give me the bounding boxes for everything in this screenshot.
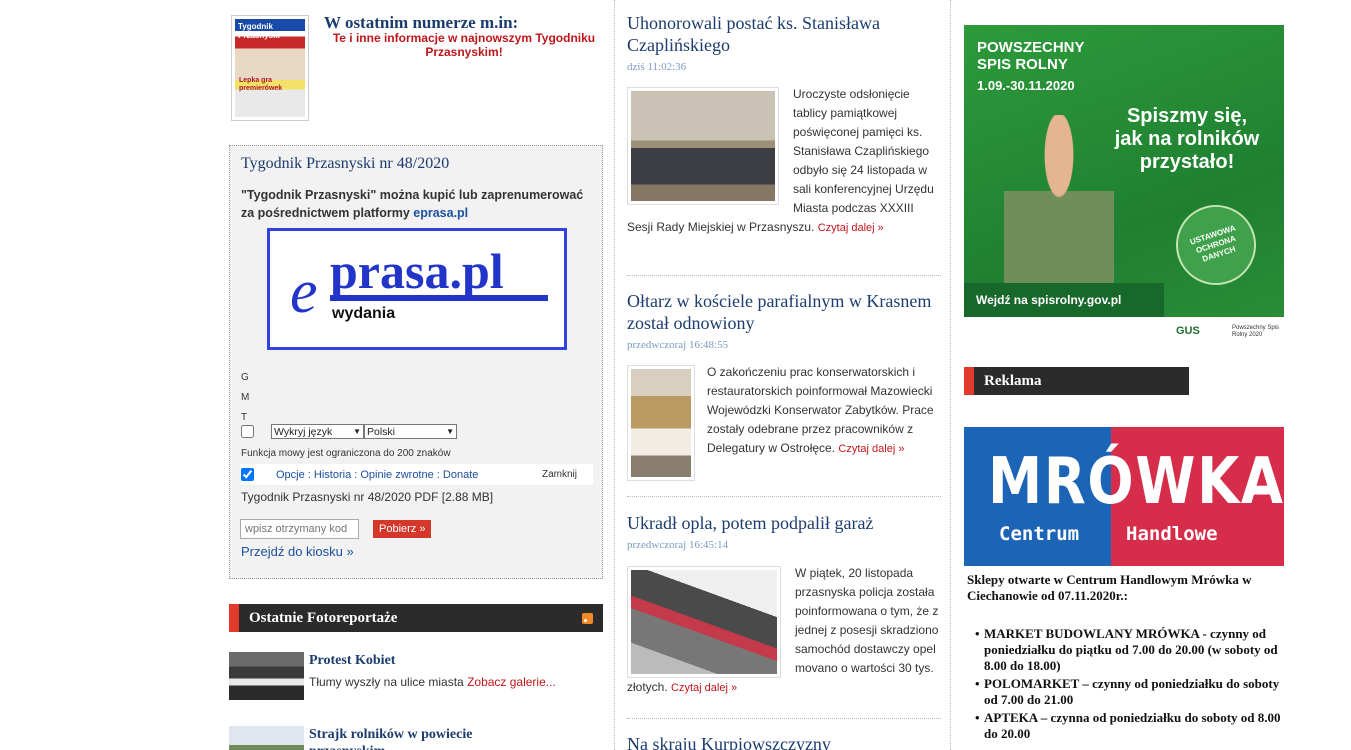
article-text: W piątek, 20 listopada przasnyska policj…: [627, 564, 941, 698]
spis-title-line1: POWSZECHNY: [977, 39, 1085, 56]
news-column: Uhonorowali postać ks. Stanisława Czapli…: [614, 0, 951, 750]
shops-intro: Sklepy otwarte w Centrum Handlowym Mrówk…: [967, 572, 1252, 603]
target-language-value: Polski: [367, 425, 396, 438]
magazine-cover-headline: Lepka gra premierówek: [239, 77, 283, 92]
list-item: MARKET BUDOWLANY MRÓWKA - czynny od poni…: [967, 626, 1287, 674]
article-text-body: O zakończeniu prac konserwatorskich i re…: [707, 365, 934, 455]
close-link[interactable]: Zamknij: [542, 469, 577, 480]
read-more-link[interactable]: Czytaj dalej »: [838, 443, 904, 455]
eprasa-logo-e: e: [290, 258, 318, 326]
left-column: Tygodnik Przasnyski Lepka gra premierówe…: [229, 0, 603, 750]
mrowka-banner[interactable]: MRÓWKA Centrum Handlowe: [964, 427, 1284, 566]
pdf-label: Tygodnik Przasnyski nr 48/2020 PDF [2.88…: [241, 490, 494, 504]
photoreport-thumbnail[interactable]: [229, 652, 304, 700]
reklama-header: Reklama: [964, 367, 1189, 395]
spis-url: Wejdź na spisrolny.gov.pl: [976, 293, 1121, 307]
eprasa-logo-text: prasa.pl: [330, 243, 504, 299]
ads-column: POWSZECHNY SPIS ROLNY 1.09.-30.11.2020 Sp…: [964, 0, 1294, 750]
eprasa-link[interactable]: eprasa.pl: [413, 206, 468, 220]
news-article: Na skraju Kurpiowszczyzny: [627, 733, 941, 750]
code-input[interactable]: [240, 519, 359, 539]
article-separator: [627, 275, 941, 276]
source-language-value: Wykryj język: [274, 425, 333, 438]
photoreport-title[interactable]: Protest Kobiet: [309, 652, 509, 669]
photoreports-header-label: Ostatnie Fotoreportaże: [249, 610, 398, 626]
read-more-link[interactable]: Czytaj dalej »: [671, 682, 737, 694]
photoreport-description-text: Tłumy wyszły na ulice miasta: [309, 675, 464, 689]
gus-subtitle: Powszechny Spis Rolny 2020: [1232, 325, 1280, 338]
article-title[interactable]: Ukradł opla, potem podpalił garaż: [627, 512, 941, 534]
spis-slogan: Spiszmy się, jak na rolników przystało!: [1114, 105, 1260, 173]
spis-title-line2: SPIS ROLNY: [977, 56, 1068, 73]
read-more-link[interactable]: Czytaj dalej »: [818, 222, 884, 234]
mrowka-subtitle-right: Handlowe: [1126, 523, 1218, 545]
chevron-down-icon: ▼: [446, 427, 454, 436]
kiosk-link[interactable]: Przejdź do kiosku »: [241, 544, 354, 559]
photoreport-title[interactable]: Strajk rolników w powiecie przasnyskim: [309, 726, 509, 750]
source-language-select[interactable]: Wykryj język ▼: [271, 424, 364, 439]
photoreport-more-link[interactable]: Zobacz galerie...: [467, 675, 556, 689]
list-item: APTEKA – czynna od poniedziałku do sobot…: [967, 710, 1287, 742]
tygodnik-description: "Tygodnik Przasnyski" można kupić lub za…: [241, 186, 597, 222]
news-article: Uhonorowali postać ks. Stanisława Czapli…: [627, 12, 941, 73]
translator-row: Wykryj język ▼ Polski ▼: [241, 424, 457, 439]
download-button[interactable]: Pobierz »: [373, 520, 432, 538]
reklama-header-label: Reklama: [984, 373, 1042, 389]
options-checkbox[interactable]: [241, 468, 254, 481]
eprasa-logo-underline: [330, 295, 548, 301]
magazine-cover-title: Tygodnik Przasnyski: [238, 22, 280, 40]
text-float-spacer: [627, 564, 795, 678]
article-date: dziś 11:02:36: [627, 61, 687, 73]
article-text: Uroczyste odsłonięcie tablicy pamiątkowe…: [627, 85, 941, 238]
article-separator: [627, 718, 941, 719]
text-float-spacer: [627, 85, 793, 203]
gus-logo: GUS: [1176, 325, 1200, 337]
chevron-down-icon: ▼: [353, 427, 361, 436]
photoreports-header: Ostatnie Fotoreportaże: [229, 604, 603, 632]
magazine-cover-image: Tygodnik Przasnyski Lepka gra premierówe…: [235, 19, 305, 117]
shops-list: MARKET BUDOWLANY MRÓWKA - czynny od poni…: [967, 626, 1287, 742]
spis-rolny-banner[interactable]: POWSZECHNY SPIS ROLNY 1.09.-30.11.2020 Sp…: [964, 25, 1284, 345]
mrowka-subtitle-left: Centrum: [999, 523, 1080, 545]
news-article: Ukradł opla, potem podpalił garaż przedw…: [627, 512, 941, 551]
magazine-cover[interactable]: Tygodnik Przasnyski Lepka gra premierówe…: [231, 15, 309, 121]
data-protection-stamp: USTAWOWA OCHRONA DANYCH: [1165, 194, 1267, 296]
translator-options: Opcje : Historia : Opinie zwrotne : Dona…: [240, 464, 593, 485]
article-title[interactable]: Ołtarz w kościele parafialnym w Krasnem …: [627, 290, 941, 334]
shops-info: Sklepy otwarte w Centrum Handlowym Mrówk…: [967, 572, 1287, 744]
magazine-heading: W ostatnim numerze m.in:: [324, 13, 519, 32]
news-article: Ołtarz w kościele parafialnym w Krasnem …: [627, 290, 941, 351]
spis-dates: 1.09.-30.11.2020: [977, 78, 1075, 93]
spis-url-text: spisrolny.gov.pl: [1031, 293, 1122, 307]
article-title[interactable]: Uhonorowali postać ks. Stanisława Czapli…: [627, 12, 941, 56]
magazine-subheading[interactable]: Te i inne informacje w najnowszym Tygodn…: [329, 31, 599, 59]
list-item: POLOMARKET – czynny od poniedziałku do s…: [967, 676, 1287, 708]
photoreport-thumbnail[interactable]: [229, 726, 304, 750]
rss-icon[interactable]: [582, 613, 593, 624]
text-float-spacer: [627, 363, 707, 481]
article-date: przedwczoraj 16:45:14: [627, 539, 729, 551]
gmt-g: G: [241, 372, 249, 383]
target-language-select[interactable]: Polski ▼: [364, 424, 457, 439]
mrowka-logo: MRÓWKA: [988, 445, 1285, 519]
speech-note: Funkcja mowy jest ograniczona do 200 zna…: [241, 448, 451, 459]
spis-title: POWSZECHNY SPIS ROLNY: [977, 39, 1085, 73]
translator-gmt: G M T: [241, 368, 249, 428]
photoreport-description: Tłumy wyszły na ulice miasta Zobacz gale…: [309, 675, 556, 689]
eprasa-logo-wydania: wydania: [332, 305, 396, 322]
tygodnik-title[interactable]: Tygodnik Przasnyski nr 48/2020: [241, 155, 449, 173]
article-text: O zakończeniu prac konserwatorskich i re…: [627, 363, 941, 481]
translator-checkbox[interactable]: [241, 425, 254, 438]
options-links[interactable]: Opcje : Historia : Opinie zwrotne : Dona…: [276, 469, 478, 481]
article-date: przedwczoraj 16:48:55: [627, 339, 729, 351]
gmt-m: M: [241, 392, 250, 403]
tygodnik-box: Tygodnik Przasnyski nr 48/2020 "Tygodnik…: [229, 145, 603, 579]
eprasa-logo[interactable]: e prasa.pl wydania: [267, 228, 567, 350]
spis-url-prefix: Wejdź na: [976, 293, 1032, 307]
article-title[interactable]: Na skraju Kurpiowszczyzny: [627, 733, 941, 750]
article-separator: [627, 496, 941, 497]
